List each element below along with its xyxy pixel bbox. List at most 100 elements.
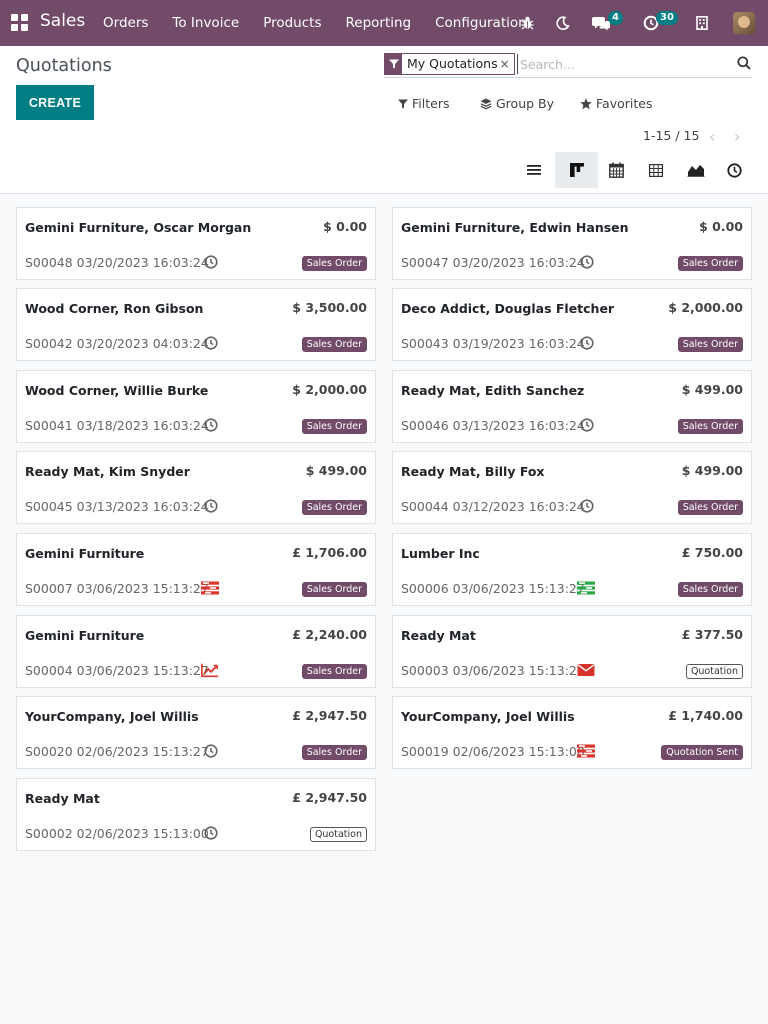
kanban-card[interactable]: Gemini Furniture, Edwin Hansen $ 0.00 S0…	[392, 207, 752, 280]
card-reference: S00019 02/06/2023 15:13:00	[401, 744, 585, 759]
list-view-button[interactable]	[514, 152, 554, 188]
filters-label: Filters	[412, 96, 450, 111]
clock-icon[interactable]	[202, 334, 220, 352]
kanban-card[interactable]: Ready Mat, Kim Snyder $ 499.00 S00045 03…	[16, 451, 376, 524]
card-customer: Wood Corner, Ron Gibson	[25, 301, 204, 316]
filter-icon	[398, 99, 408, 108]
kanban-card[interactable]: Gemini Furniture £ 2,240.00 S00004 03/06…	[16, 615, 376, 688]
card-reference: S00003 03/06/2023 15:13:25	[401, 663, 585, 678]
create-button[interactable]: CREATE	[16, 85, 94, 120]
star-icon	[580, 97, 592, 109]
kanban-card[interactable]: Ready Mat £ 377.50 S00003 03/06/2023 15:…	[392, 615, 752, 688]
chart-line-icon[interactable]	[201, 661, 219, 679]
pivot-view-button[interactable]	[636, 152, 676, 188]
kanban-card[interactable]: YourCompany, Joel Willis £ 1,740.00 S000…	[392, 696, 752, 769]
messages-count-badge: 4	[608, 11, 623, 25]
card-amount: $ 499.00	[305, 463, 367, 478]
kanban-card[interactable]: Gemini Furniture, Oscar Morgan $ 0.00 S0…	[16, 207, 376, 280]
tasks-icon[interactable]	[577, 579, 595, 597]
card-reference: S00046 03/13/2023 16:03:24	[401, 418, 585, 433]
card-customer: Ready Mat	[25, 791, 100, 806]
card-amount: £ 2,240.00	[292, 627, 367, 642]
status-badge: Sales Order	[677, 419, 743, 434]
kanban-card[interactable]: Wood Corner, Willie Burke $ 2,000.00 S00…	[16, 370, 376, 443]
status-badge: Sales Order	[301, 419, 367, 434]
facet-remove-icon[interactable]: ×	[500, 54, 514, 74]
card-amount: £ 377.50	[681, 627, 743, 642]
group-by-button[interactable]: Group By	[480, 96, 554, 111]
facet-label: My Quotations	[407, 56, 498, 71]
card-reference: S00045 03/13/2023 16:03:24	[25, 499, 209, 514]
list-icon	[527, 165, 541, 175]
card-reference: S00020 02/06/2023 15:13:27	[25, 744, 209, 759]
clock-icon[interactable]	[202, 742, 220, 760]
card-reference: S00044 03/12/2023 16:03:24	[401, 499, 585, 514]
card-amount: $ 0.00	[323, 219, 367, 234]
card-customer: Ready Mat, Edith Sanchez	[401, 383, 585, 398]
kanban-card[interactable]: Gemini Furniture £ 1,706.00 S00007 03/06…	[16, 533, 376, 606]
status-badge: Sales Order	[677, 256, 743, 271]
card-customer: Gemini Furniture, Edwin Hansen	[401, 220, 629, 235]
card-customer: Lumber Inc	[401, 546, 480, 561]
kanban-card[interactable]: Deco Addict, Douglas Fletcher $ 2,000.00…	[392, 288, 752, 361]
menu-orders[interactable]: Orders	[91, 0, 160, 46]
layers-icon	[480, 98, 492, 110]
kanban-card[interactable]: YourCompany, Joel Willis £ 2,947.50 S000…	[16, 696, 376, 769]
search-icon[interactable]	[737, 55, 753, 71]
clock-icon[interactable]	[202, 497, 220, 515]
card-amount: £ 1,740.00	[668, 708, 743, 723]
favorites-label: Favorites	[596, 96, 653, 111]
status-badge: Quotation	[309, 827, 367, 842]
activity-view-button[interactable]	[714, 152, 754, 188]
pager-next-button[interactable]: ›	[734, 127, 740, 146]
menu-reporting[interactable]: Reporting	[333, 0, 423, 46]
envelope-icon[interactable]	[577, 661, 595, 679]
card-customer: Ready Mat	[401, 628, 476, 643]
company-building-icon[interactable]	[692, 0, 712, 46]
card-amount: £ 2,947.50	[292, 790, 367, 805]
status-badge: Sales Order	[677, 500, 743, 515]
menu-products[interactable]: Products	[251, 0, 333, 46]
favorites-button[interactable]: Favorites	[580, 96, 652, 111]
card-customer: YourCompany, Joel Willis	[25, 709, 199, 724]
kanban-view-button[interactable]	[555, 152, 598, 188]
pager-value[interactable]: 1-15 / 15	[643, 128, 699, 143]
status-badge: Quotation	[685, 664, 743, 679]
user-avatar[interactable]	[732, 0, 756, 46]
graph-view-button[interactable]	[676, 152, 716, 188]
main-menu: Orders To Invoice Products Reporting Con…	[91, 0, 539, 46]
clock-icon[interactable]	[202, 253, 220, 271]
status-badge: Sales Order	[301, 256, 367, 271]
status-badge: Sales Order	[677, 582, 743, 597]
kanban-card[interactable]: Wood Corner, Ron Gibson $ 3,500.00 S0004…	[16, 288, 376, 361]
calendar-view-button[interactable]	[596, 152, 636, 188]
card-reference: S00047 03/20/2023 16:03:24	[401, 255, 585, 270]
pager-previous-button[interactable]: ‹	[709, 127, 715, 146]
clock-icon[interactable]	[578, 334, 596, 352]
clock-icon[interactable]	[578, 416, 596, 434]
card-reference: S00042 03/20/2023 04:03:24	[25, 336, 209, 351]
search-input[interactable]	[517, 54, 727, 74]
filters-button[interactable]: Filters	[398, 96, 449, 111]
apps-menu-icon[interactable]	[11, 14, 28, 31]
card-customer: Wood Corner, Willie Burke	[25, 383, 209, 398]
clock-icon[interactable]	[578, 253, 596, 271]
tasks-icon[interactable]	[201, 579, 219, 597]
area-chart-icon	[687, 165, 705, 177]
tasks-icon[interactable]	[577, 742, 595, 760]
app-brand[interactable]: Sales	[40, 11, 85, 31]
kanban-card[interactable]: Ready Mat £ 2,947.50 S00002 02/06/2023 1…	[16, 778, 376, 851]
kanban-card[interactable]: Ready Mat, Billy Fox $ 499.00 S00044 03/…	[392, 451, 752, 524]
card-amount: $ 2,000.00	[292, 382, 367, 397]
search-bar: My Quotations ×	[384, 52, 752, 78]
clock-icon[interactable]	[578, 497, 596, 515]
clock-icon[interactable]	[202, 824, 220, 842]
kanban-card[interactable]: Lumber Inc £ 750.00 S00006 03/06/2023 15…	[392, 533, 752, 606]
clock-icon	[726, 162, 742, 178]
kanban-card[interactable]: Ready Mat, Edith Sanchez $ 499.00 S00046…	[392, 370, 752, 443]
debug-bug-icon[interactable]	[516, 0, 538, 46]
menu-to-invoice[interactable]: To Invoice	[160, 0, 251, 46]
status-badge: Sales Order	[677, 337, 743, 352]
dark-mode-moon-icon[interactable]	[552, 0, 574, 46]
clock-icon[interactable]	[202, 416, 220, 434]
